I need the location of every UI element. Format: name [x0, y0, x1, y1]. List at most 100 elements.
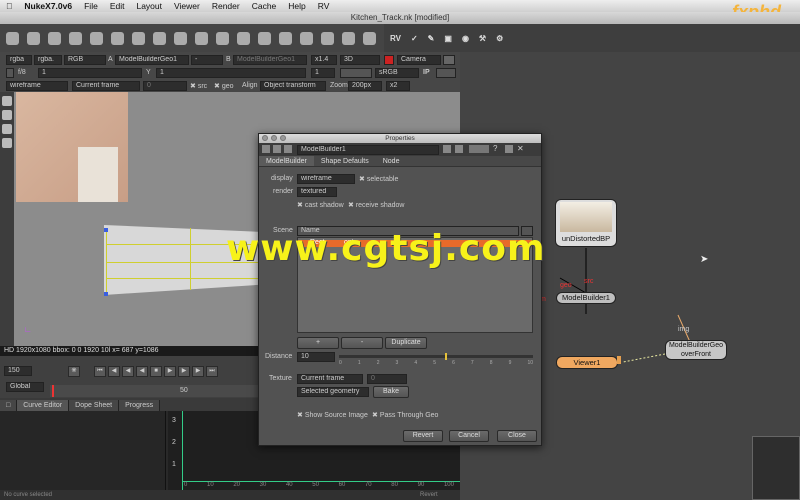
read-node-undistorted[interactable]: unDistortedBP [555, 199, 617, 247]
selectable-checkbox[interactable]: ✖ selectable [359, 175, 398, 183]
zoom-mult-dropdown[interactable]: x2 [386, 81, 410, 91]
transform-icon[interactable] [174, 31, 187, 45]
add-shape-button[interactable]: + [297, 337, 339, 349]
play-button[interactable]: ▶ [164, 366, 176, 377]
menu-render[interactable]: Render [212, 1, 240, 11]
remove-shape-button[interactable]: - [341, 337, 383, 349]
zoom-window-icon[interactable] [280, 135, 286, 141]
distance-slider[interactable] [339, 353, 533, 360]
gear-icon[interactable]: ⚙ [496, 34, 503, 43]
prev-key-button[interactable]: ◀ [108, 366, 120, 377]
collapse-icon[interactable] [262, 145, 270, 153]
color-swatch-icon[interactable] [455, 145, 463, 153]
select-tool-icon[interactable] [2, 96, 12, 106]
properties-titlebar[interactable]: Properties [259, 134, 541, 143]
stop-button[interactable]: ■ [150, 366, 162, 377]
3d-icon[interactable] [195, 31, 208, 45]
next-frame-button[interactable]: ▶ [178, 366, 190, 377]
distance-slider-handle[interactable] [445, 353, 447, 360]
object-tool-icon[interactable] [2, 138, 12, 148]
frame-mode-dropdown[interactable]: Current frame [72, 81, 140, 91]
input-b-dropdown[interactable]: ModelBuilderGeo1 [233, 55, 307, 65]
vertex-handle[interactable] [104, 228, 108, 232]
receive-shadow-checkbox[interactable]: ✖ receive shadow [348, 201, 404, 209]
dag-minimap[interactable] [752, 436, 800, 500]
channels-b-dropdown[interactable]: rgba. [34, 55, 62, 65]
frame-field[interactable]: 0 [143, 81, 187, 91]
deep-icon[interactable] [237, 31, 250, 45]
frame-field[interactable]: 150 [4, 366, 32, 376]
paint-icon[interactable] [436, 68, 456, 78]
bake-button[interactable]: Bake [373, 386, 409, 398]
duplicate-button[interactable]: Duplicate [385, 337, 427, 349]
revert-button[interactable]: Revert [403, 430, 443, 442]
src-checkbox[interactable]: ✖ src [190, 82, 207, 90]
range-mode-dropdown[interactable]: Global [6, 382, 44, 392]
play-back-button[interactable]: ◀ [136, 366, 148, 377]
channels-a-dropdown[interactable]: rgba [6, 55, 32, 65]
close-panel-icon[interactable]: ✕ [517, 144, 524, 153]
camera-color-swatch[interactable] [384, 55, 394, 65]
camera-dropdown[interactable]: Camera [397, 55, 441, 65]
tab-curve-editor[interactable]: Curve Editor [17, 400, 70, 411]
display-mode-dropdown[interactable]: wireframe [6, 81, 68, 91]
ocula-icon[interactable] [363, 31, 376, 45]
tab-node[interactable]: Node [376, 156, 407, 166]
render-dropdown[interactable]: textured [297, 187, 337, 197]
curve-list[interactable] [0, 411, 166, 490]
cancel-button[interactable]: Cancel [449, 430, 489, 442]
app-name[interactable]: NukeX7.0v6 [24, 1, 72, 11]
pencil-icon[interactable]: ✎ [428, 34, 435, 43]
menu-viewer[interactable]: Viewer [174, 1, 200, 11]
metadata-icon[interactable] [279, 31, 292, 45]
particles-icon[interactable] [216, 31, 229, 45]
modelbuildergeo-node[interactable]: ModelBuilderGeo overFront [665, 340, 727, 360]
monitor-icon[interactable]: ▣ [444, 34, 452, 43]
viewer-node[interactable]: Viewer1 [556, 356, 618, 369]
help-question-icon[interactable]: ? [493, 144, 497, 153]
tab-toggle[interactable]: □ [0, 400, 18, 411]
tab-shape-defaults[interactable]: Shape Defaults [314, 156, 376, 166]
cast-shadow-checkbox[interactable]: ✖ cast shadow [297, 201, 344, 209]
toolsets-icon[interactable] [300, 31, 313, 45]
float-panel-icon[interactable] [505, 145, 513, 153]
menu-help[interactable]: Help [288, 1, 305, 11]
filter-icon[interactable] [111, 31, 124, 45]
display-dropdown[interactable]: wireframe [297, 174, 355, 184]
selected-geometry-dropdown[interactable]: Selected geometry [297, 387, 369, 397]
exposure-toggle[interactable] [6, 68, 14, 78]
menu-file[interactable]: File [84, 1, 98, 11]
rv-button[interactable]: RV [390, 34, 401, 43]
tab-modelbuilder[interactable]: ModelBuilder [259, 156, 314, 166]
fps-icon[interactable]: ❋ [68, 366, 80, 377]
face-tool-icon[interactable] [2, 124, 12, 134]
tab-progress[interactable]: Progress [119, 400, 161, 411]
gamma-field[interactable]: 1 [156, 68, 306, 78]
zoom-size-dropdown[interactable]: 200px [348, 81, 382, 91]
first-frame-button[interactable]: ⏮ [94, 366, 106, 377]
geo-checkbox[interactable]: ✖ geo [214, 82, 234, 90]
keyer-icon[interactable] [132, 31, 145, 45]
align-dropdown[interactable]: Object transform [260, 81, 326, 91]
merge-icon[interactable] [153, 31, 166, 45]
furnace-icon[interactable] [342, 31, 355, 45]
menu-layout[interactable]: Layout [136, 1, 162, 11]
channel-icon[interactable] [69, 31, 82, 45]
draw-icon[interactable] [27, 31, 40, 45]
prev-frame-button[interactable]: ◀ [122, 366, 134, 377]
view-mode-dropdown[interactable]: 3D [340, 55, 380, 65]
check-icon[interactable]: ✓ [411, 34, 418, 43]
texture-mode-dropdown[interactable]: Current frame [297, 374, 363, 384]
lut-dropdown[interactable]: sRGB [375, 68, 419, 78]
menu-cache[interactable]: Cache [252, 1, 277, 11]
playhead[interactable] [52, 385, 54, 397]
colorspace-dropdown[interactable]: RGB [64, 55, 106, 65]
last-frame-button[interactable]: ⏭ [206, 366, 218, 377]
proxy-dropdown[interactable]: 1 [311, 68, 335, 78]
undo-redo-icon[interactable] [469, 145, 489, 153]
vertex-tool-icon[interactable] [2, 110, 12, 120]
center-icon[interactable] [273, 145, 281, 153]
close-button[interactable]: Close [497, 430, 537, 442]
wrench-icon[interactable]: ⚒ [479, 34, 486, 43]
modelbuilder-node[interactable]: ModelBuilder1 [556, 292, 616, 304]
